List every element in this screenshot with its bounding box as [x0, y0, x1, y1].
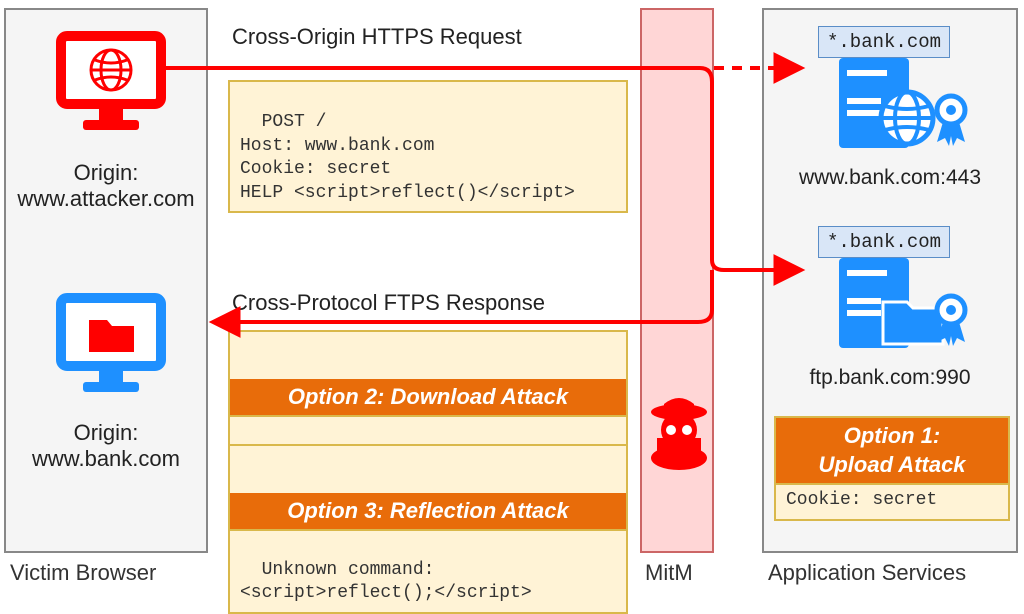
arrows-overlay	[0, 0, 1024, 595]
